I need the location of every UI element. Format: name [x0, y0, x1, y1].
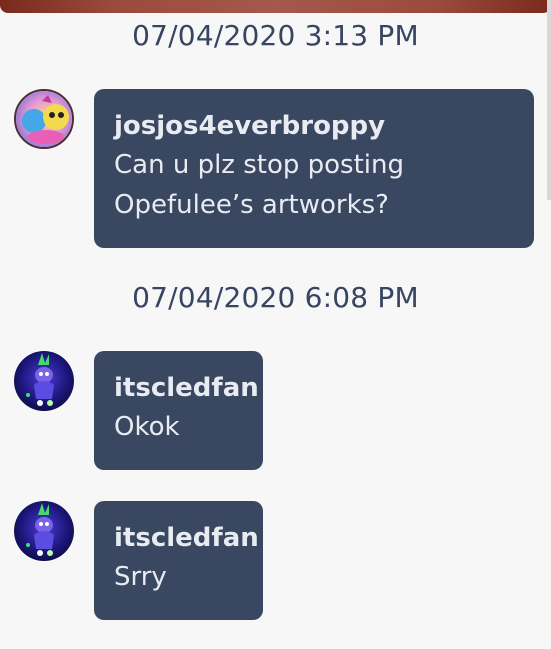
timestamp: 07/04/2020 3:13 PM: [132, 19, 419, 52]
user-avatar-icon: [14, 351, 74, 411]
message-username[interactable]: josjos4everbroppy: [114, 107, 514, 145]
message-username[interactable]: itscledfan: [114, 369, 259, 407]
message-bubble[interactable]: itscledfan Okok: [94, 351, 263, 470]
user-avatar-icon: [16, 91, 72, 147]
message-text: Srry: [114, 562, 167, 592]
avatar[interactable]: [14, 501, 74, 561]
avatar[interactable]: [14, 89, 74, 149]
user-avatar-icon: [14, 501, 74, 561]
timestamp: 07/04/2020 6:08 PM: [132, 281, 419, 314]
message-text: Okok: [114, 412, 180, 442]
message-text: Can u plz stop posting Opefulee’s artwor…: [114, 150, 404, 220]
header-strip: [0, 0, 551, 13]
message-bubble[interactable]: itscledfan Srry: [94, 501, 263, 620]
message-bubble[interactable]: josjos4everbroppy Can u plz stop posting…: [94, 89, 534, 248]
avatar[interactable]: [14, 351, 74, 411]
message-username[interactable]: itscledfan: [114, 519, 259, 557]
